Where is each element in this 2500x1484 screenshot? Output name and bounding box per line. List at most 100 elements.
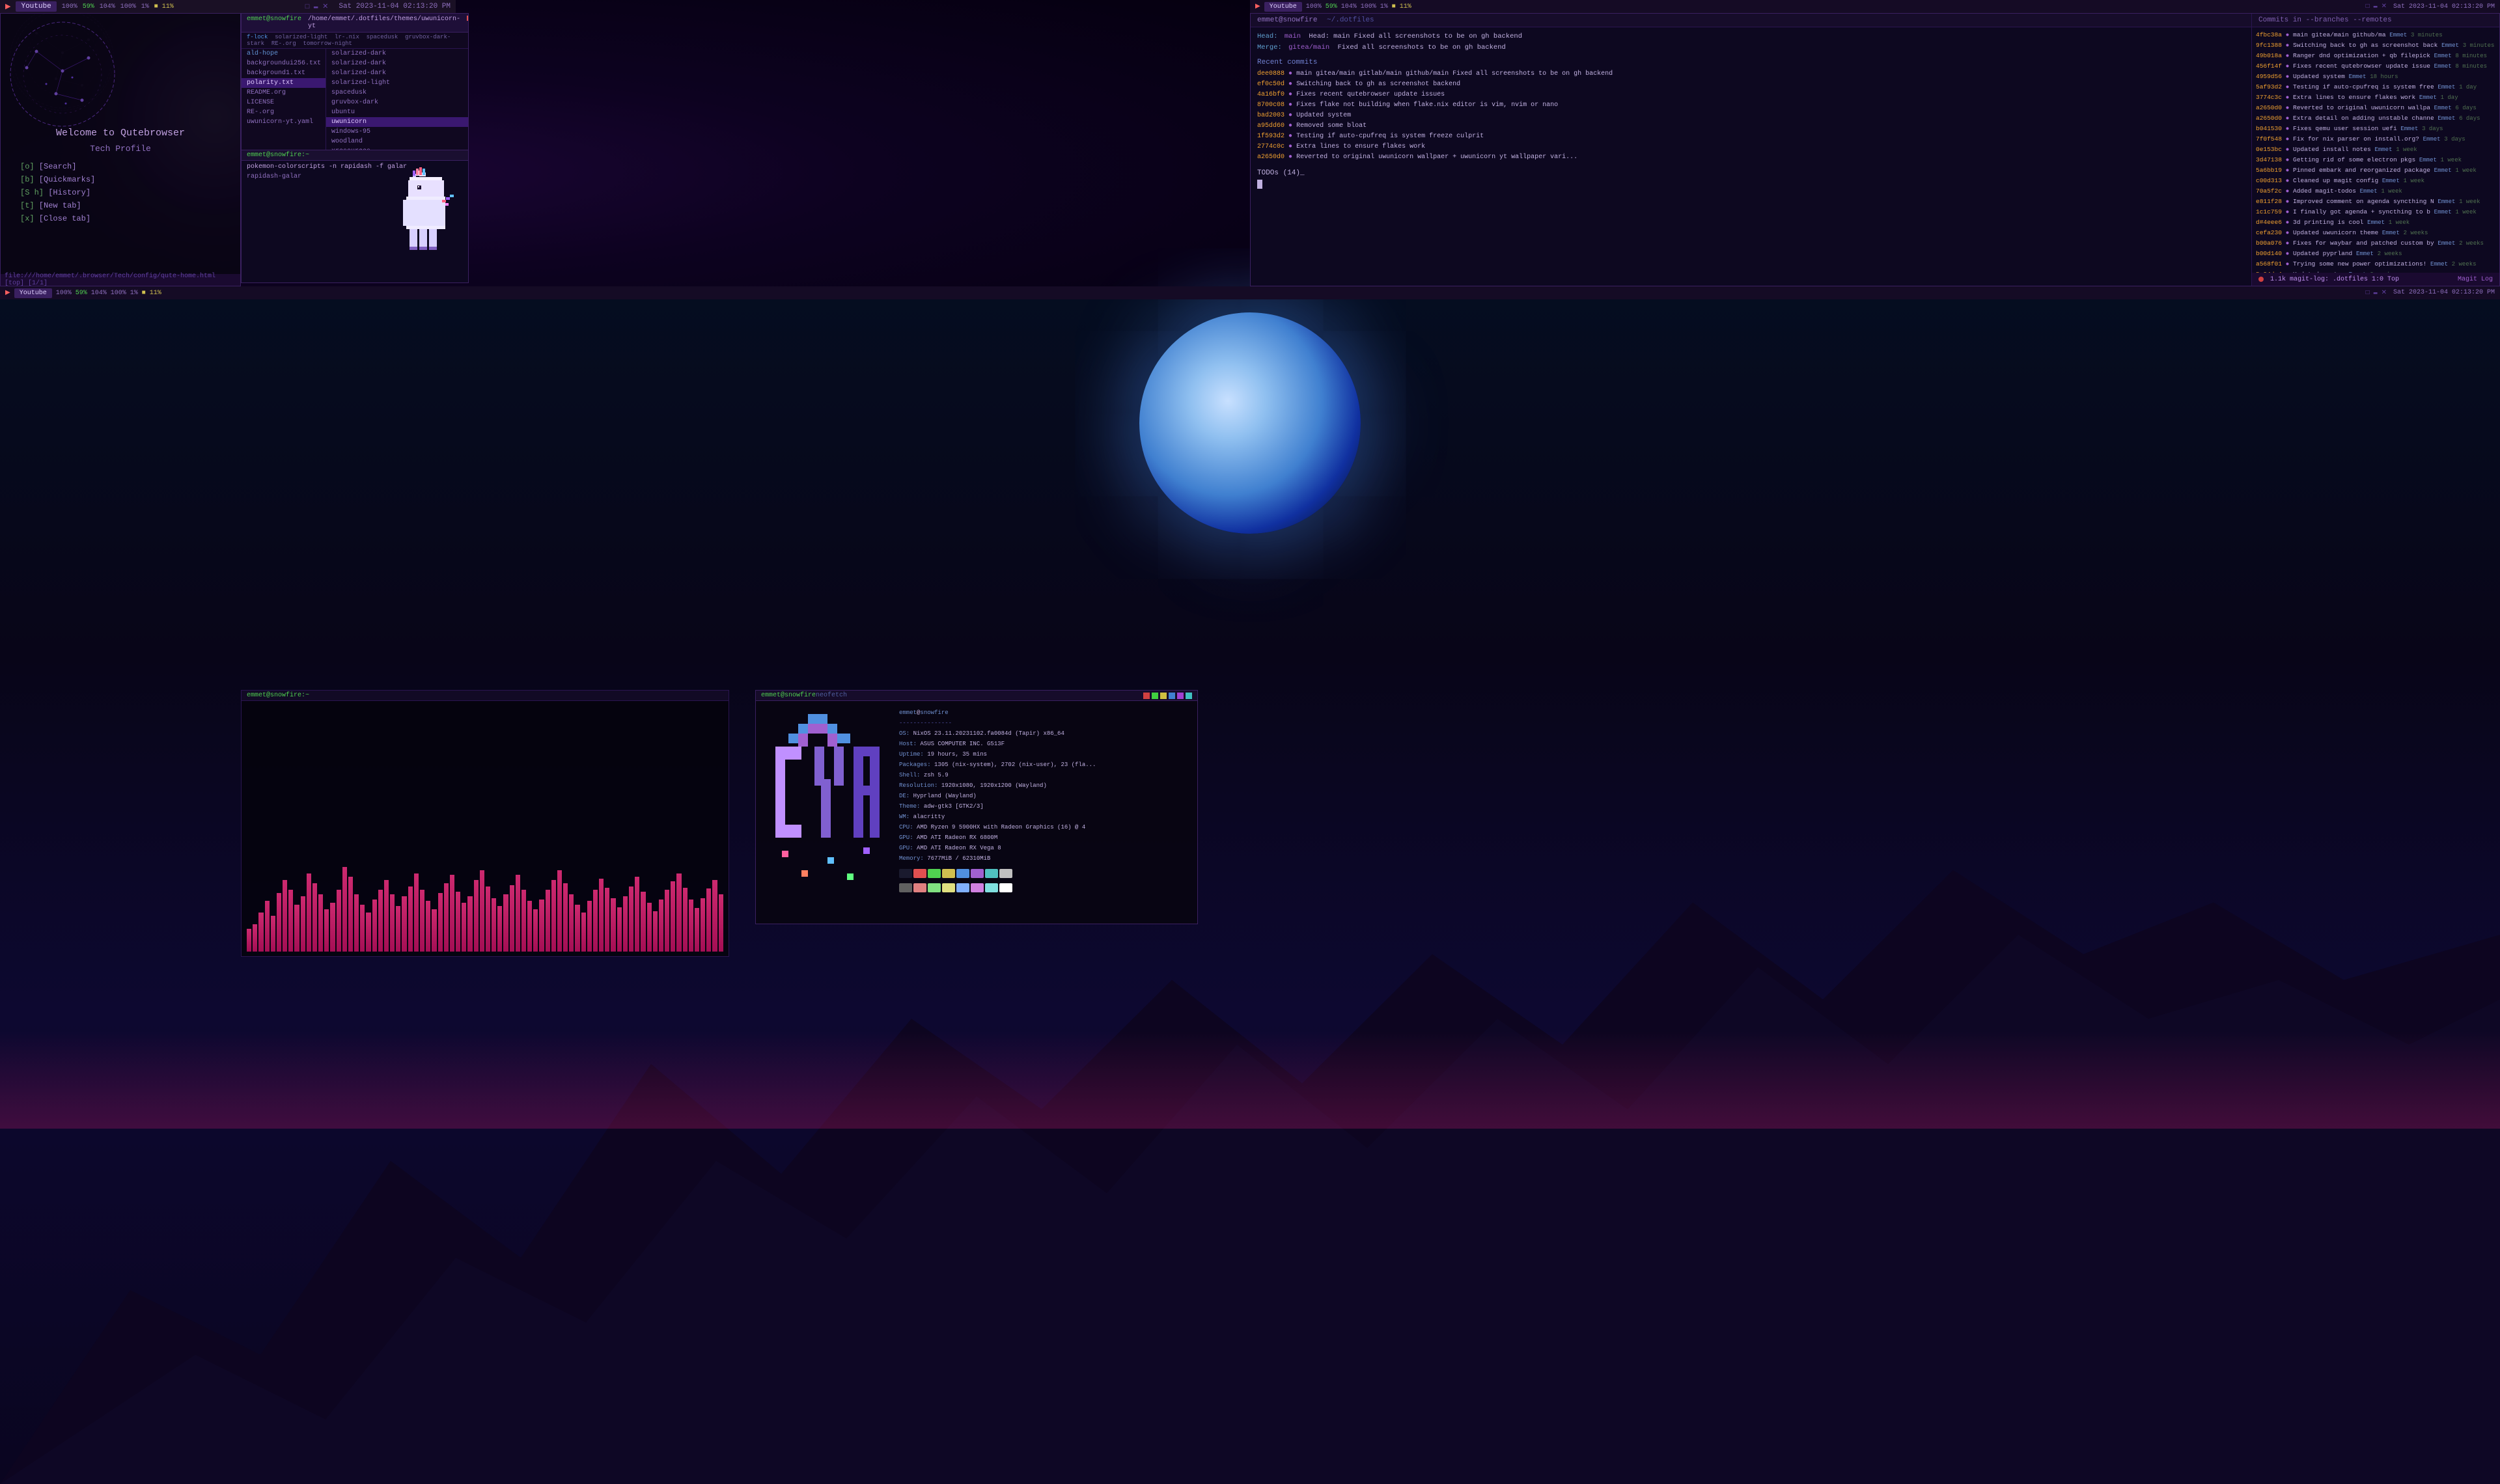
neofetch-content: emmet@snowfire --------------- OS: NixOS… xyxy=(756,701,1197,921)
log-line[interactable]: b00d140 ● Updated pyprland Emmet 2 weeks xyxy=(2256,249,2495,259)
log-line[interactable]: 3774c3c ● Extra lines to ensure flakes w… xyxy=(2256,92,2495,103)
log-line[interactable]: 4fbc38a ● main gitea/main github/ma Emme… xyxy=(2256,30,2495,40)
file-item-selected[interactable]: polarity.txt xyxy=(242,78,326,88)
audio-visualizer: emmet@snowfire:~ xyxy=(241,690,729,957)
file-item[interactable]: solarized-dark xyxy=(326,59,468,68)
file-item[interactable]: gruvbox-dark xyxy=(326,98,468,107)
commit-4[interactable]: 8700c08 ● Fixes flake not building when … xyxy=(1257,100,2245,111)
commit-9[interactable]: a2650d0 ● Reverted to original uwunicorn… xyxy=(1257,152,2245,163)
bar-59 xyxy=(599,879,604,952)
commit-5[interactable]: bad2003 ● Updated system xyxy=(1257,111,2245,121)
file-item[interactable]: windows-95 xyxy=(326,127,468,137)
file-item[interactable]: spacedusk xyxy=(326,88,468,98)
window-ctrl-right[interactable]: □ ▬ ✕ xyxy=(2366,3,2387,10)
bar-78 xyxy=(712,880,717,952)
file-item[interactable]: solarized-light xyxy=(326,78,468,88)
file-item[interactable]: uwunicorn-yt.yaml xyxy=(242,117,326,127)
log-line[interactable]: b00a076 ● Fixes for waybar and patched c… xyxy=(2256,238,2495,249)
log-line[interactable]: b041530 ● Fixes qemu user session uefi E… xyxy=(2256,124,2495,134)
log-line[interactable]: d#4eee6 ● 3d printing is cool Emmet 1 we… xyxy=(2256,217,2495,228)
bar-40 xyxy=(486,886,490,952)
file-item[interactable]: README.org xyxy=(242,88,326,98)
bar-35 xyxy=(456,892,460,952)
tab-youtube-left[interactable]: Youtube xyxy=(16,1,56,12)
bar-42 xyxy=(497,906,502,952)
window-ctrl-left[interactable]: □ ▬ ✕ xyxy=(305,2,329,11)
commit-3[interactable]: 4a16bf0 ● Fixes recent qutebrowser updat… xyxy=(1257,90,2245,100)
tab-youtube-right[interactable]: Youtube xyxy=(1264,2,1302,12)
file-item[interactable]: solarized-dark xyxy=(326,68,468,78)
tab-youtube-bottom[interactable]: Youtube xyxy=(14,288,52,298)
bottom-moon xyxy=(1139,312,1361,534)
bar-5 xyxy=(277,893,281,952)
tech-profile-text: Tech Profile xyxy=(1,144,240,154)
bar-30 xyxy=(426,901,430,952)
file-item[interactable]: RE-.org xyxy=(242,107,326,117)
file-item[interactable]: LICENSE xyxy=(242,98,326,107)
log-line[interactable]: 1c1c759 ● I finally got agenda + syncthi… xyxy=(2256,207,2495,217)
neofetch-sep: --------------- xyxy=(899,718,1191,728)
menu-history[interactable]: [S h] [History] xyxy=(20,186,95,199)
log-line[interactable]: 4959d56 ● Updated system Emmet 18 hours xyxy=(2256,72,2495,82)
file-item[interactable]: backgroundui256.txt xyxy=(242,59,326,68)
log-line[interactable]: 0e153bc ● Updated install notes Emmet 1 … xyxy=(2256,144,2495,155)
file-breadcrumb: f-lock solarized-light lr-.nix spacedusk… xyxy=(242,33,468,49)
commit-8[interactable]: 2774c0c ● Extra lines to ensure flakes w… xyxy=(1257,142,2245,152)
menu-newtab[interactable]: [t] [New tab] xyxy=(20,199,95,212)
bar-4 xyxy=(271,916,275,952)
log-line[interactable]: 70a5f2c ● Added magit-todos Emmet 1 week xyxy=(2256,186,2495,197)
log-line[interactable]: 5af93d2 ● Testing if auto-cpufreq is sys… xyxy=(2256,82,2495,92)
log-line[interactable]: 5a6bb19 ● Pinned embark and reorganized … xyxy=(2256,165,2495,176)
menu-quickmarks[interactable]: [b] [Quickmarks] xyxy=(20,173,95,186)
color-2 xyxy=(928,869,941,878)
log-line[interactable]: a2650d0 ● Reverted to original uwunicorn… xyxy=(2256,103,2495,113)
log-line[interactable]: a568f01 ● Trying some new power optimiza… xyxy=(2256,259,2495,269)
log-line[interactable]: 49b018a ● Ranger dnd optimization + qb f… xyxy=(2256,51,2495,61)
file-item-uwunicorn[interactable]: uwunicorn xyxy=(326,117,468,127)
neofetch-prompt: emmet@snowfire xyxy=(761,692,816,699)
color-11 xyxy=(942,883,955,892)
file-item[interactable]: background1.txt xyxy=(242,68,326,78)
bar-32 xyxy=(438,893,443,952)
menu-closetab[interactable]: [x] [Close tab] xyxy=(20,212,95,225)
file-item[interactable]: ubuntu xyxy=(326,107,468,117)
commit-6[interactable]: a95dd60 ● Removed some bloat xyxy=(1257,121,2245,131)
bar-74 xyxy=(689,900,693,952)
neofetch-wm: WM: alacritty xyxy=(899,812,1191,822)
color-13 xyxy=(971,883,984,892)
git-log-view: Commits in --branches --remotes 4fbc38a … xyxy=(2252,14,2499,286)
log-line[interactable]: 7f0f548 ● Fix for nix parser on install.… xyxy=(2256,134,2495,144)
commit-7[interactable]: 1f593d2 ● Testing if auto-cpufreq is sys… xyxy=(1257,131,2245,142)
git-head-line: Head: main Head: main Fixed all screensh… xyxy=(1257,31,2245,42)
log-line[interactable]: a2650d0 ● Extra detail on adding unstabl… xyxy=(2256,113,2495,124)
status-59-right: 59% xyxy=(1326,3,1337,10)
log-line[interactable]: 3d47138 ● Getting rid of some electron p… xyxy=(2256,155,2495,165)
neofetch-logo xyxy=(762,708,893,914)
log-line[interactable]: c00d313 ● Cleaned up magit config Emmet … xyxy=(2256,176,2495,186)
menu-search[interactable]: [o] [Search] xyxy=(20,160,95,173)
git-log-title: Commits in --branches --remotes xyxy=(2258,16,2392,24)
commit-2[interactable]: ef0c50d ● Switching back to gh as screen… xyxy=(1257,79,2245,90)
status-100b-bottom: 100% xyxy=(111,290,126,297)
neofetch-gpu1: GPU: AMD ATI Radeon RX 6800M xyxy=(899,832,1191,843)
bar-38 xyxy=(474,880,479,952)
bar-9 xyxy=(301,896,305,952)
log-line[interactable]: e811f28 ● Improved comment on agenda syn… xyxy=(2256,197,2495,207)
log-line[interactable]: cefa230 ● Updated uwunicorn theme Emmet … xyxy=(2256,228,2495,238)
file-item[interactable]: ald-hope xyxy=(242,49,326,59)
file-item[interactable]: solarized-dark xyxy=(326,49,468,59)
git-statusbar-right: 1.1k magit-log: .dotfiles 1:0 Top Magit … xyxy=(2252,273,2499,286)
status-100-right: 100% xyxy=(1306,3,1322,10)
terminal-header: emmet@snowfire:~ xyxy=(242,150,468,161)
git-panel: emmet@snowfire ~/.dotfiles Head: main He… xyxy=(1250,13,2500,286)
neofetch-colorbar xyxy=(1143,693,1192,699)
log-line[interactable]: 9fc1388 ● Switching back to gh as screen… xyxy=(2256,40,2495,51)
commit-1[interactable]: dee0888 ● main gitea/main gitlab/main gi… xyxy=(1257,69,2245,79)
file-item[interactable]: woodland xyxy=(326,137,468,146)
window-ctrl-bottom[interactable]: □ ▬ ✕ xyxy=(2366,289,2387,297)
log-line[interactable]: 456f14f ● Fixes recent qutebrowser updat… xyxy=(2256,61,2495,72)
neofetch-colors xyxy=(899,869,1191,878)
bar-13 xyxy=(324,909,329,952)
bar-47 xyxy=(527,901,532,952)
bar-79 xyxy=(719,894,723,952)
